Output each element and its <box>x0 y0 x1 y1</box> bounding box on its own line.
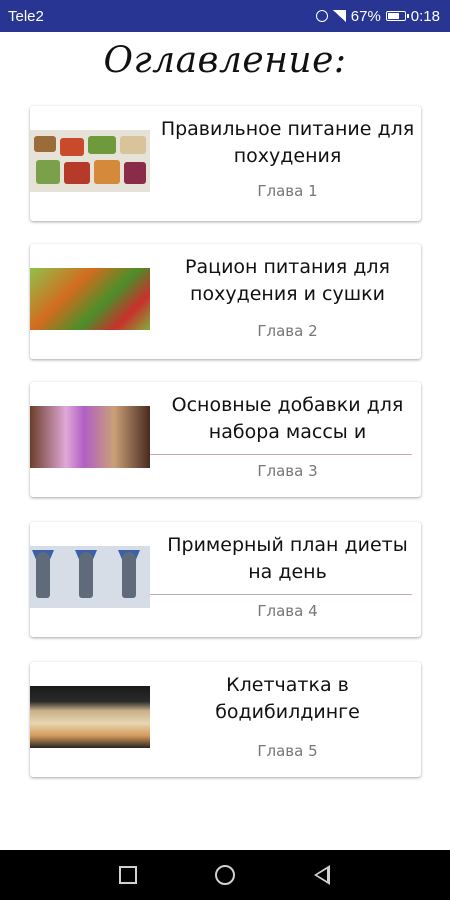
supplements-thumbnail <box>30 406 150 468</box>
alarm-icon <box>315 10 328 22</box>
status-bar: Tele2 67% 0:18 <box>0 0 450 32</box>
signal-icon <box>332 10 346 22</box>
chapter-number: Глава 5 <box>257 742 318 760</box>
buffet-thumbnail <box>30 686 150 748</box>
recents-icon <box>119 866 138 884</box>
chapter-number: Глава 2 <box>257 322 318 340</box>
recents-button[interactable] <box>108 855 148 895</box>
chapter-card-5[interactable]: Клетчатка в бодибилдинге Глава 5 <box>30 662 421 777</box>
status-indicators: 67% 0:18 <box>315 7 440 25</box>
chapter-card-1[interactable]: Правильное питание для похудения Глава 1 <box>30 106 421 221</box>
battery-icon <box>385 11 409 21</box>
chapter-title: Рацион питания для похудения и сушки <box>185 256 390 305</box>
home-button[interactable] <box>205 855 245 895</box>
page-title: Оглавление: <box>103 40 347 81</box>
chapter-title: Клетчатка в бодибилдинге <box>215 674 360 723</box>
chapter-number: Глава 4 <box>257 602 318 620</box>
vegetables-thumbnail <box>30 268 150 330</box>
bodybuilders-thumbnail <box>30 546 150 608</box>
navigation-bar <box>0 850 450 900</box>
chapter-card-4[interactable]: Примерный план диеты на день Глава 4 <box>30 522 421 637</box>
chapter-card-3[interactable]: Основные добавки для набора массы и Глав… <box>30 382 421 497</box>
home-icon <box>214 865 235 885</box>
chapter-number: Глава 3 <box>257 462 318 480</box>
chapter-title: Основные добавки для набора массы и <box>171 394 404 443</box>
back-button[interactable] <box>302 855 342 895</box>
divider-line <box>150 454 412 455</box>
clock: 0:18 <box>410 7 440 25</box>
back-icon <box>313 865 330 885</box>
battery-percent: 67% <box>350 7 381 25</box>
chapter-number: Глава 1 <box>257 182 318 200</box>
chapter-card-2[interactable]: Рацион питания для похудения и сушки Гла… <box>30 244 421 359</box>
meal-prep-thumbnail <box>30 130 150 192</box>
chapter-title: Примерный план диеты на день <box>167 534 408 583</box>
divider-line <box>150 594 412 595</box>
carrier-label: Tele2 <box>8 7 44 25</box>
chapter-title: Правильное питание для похудения <box>160 118 415 167</box>
